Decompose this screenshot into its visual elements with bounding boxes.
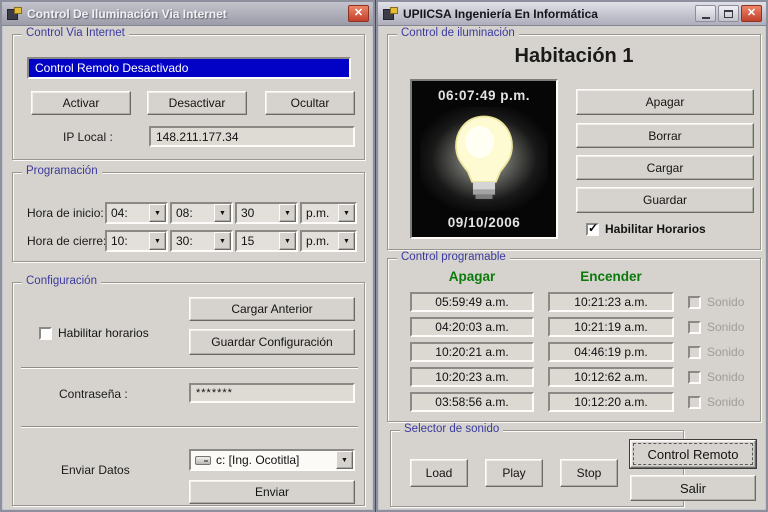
ocultar-button[interactable]: Ocultar — [265, 91, 355, 115]
apagar-time-field[interactable]: 03:58:56 a.m. — [410, 392, 534, 412]
chevron-down-icon[interactable]: ▼ — [338, 232, 355, 250]
room-title: Habitación 1 — [388, 45, 760, 68]
sonido-checkbox: Sonido — [688, 395, 744, 409]
close-icon[interactable]: ✕ — [348, 5, 369, 22]
guardar-configuracion-button[interactable]: Guardar Configuración — [189, 329, 355, 355]
checkbox-box[interactable] — [39, 327, 52, 340]
drive-select[interactable]: c: [Ing. Ocotitla] ▼ — [189, 449, 355, 471]
group-programacion: Programación Hora de inicio: 04: ▼ 08: ▼… — [12, 172, 365, 262]
right-titlebar[interactable]: UPIICSA Ingeniería En Informática ✕ — [378, 2, 766, 26]
chevron-down-icon[interactable]: ▼ — [338, 204, 355, 222]
window-upiicsa: UPIICSA Ingeniería En Informática ✕ Cont… — [376, 0, 768, 512]
apagar-time-field[interactable]: 10:20:21 a.m. — [410, 342, 534, 362]
right-window-title: UPIICSA Ingeniería En Informática — [403, 7, 693, 21]
group-control-iluminacion: Control de iluminación Habitación 1 06:0… — [387, 34, 761, 250]
group-control-via-internet: Control Via Internet Control Remoto Desa… — [12, 34, 365, 160]
control-remoto-button[interactable]: Control Remoto — [630, 440, 756, 468]
divider — [21, 367, 358, 369]
enviar-button[interactable]: Enviar — [189, 480, 355, 504]
ip-label: IP Local : — [63, 130, 113, 144]
group-label: Control programable — [397, 251, 510, 263]
inicio-hour-select[interactable]: 04: ▼ — [105, 202, 168, 224]
column-header-apagar: Apagar — [410, 269, 534, 284]
group-label: Control de iluminación — [397, 27, 519, 39]
load-button[interactable]: Load — [410, 459, 468, 487]
group-label: Control Via Internet — [22, 27, 129, 39]
encender-time-field[interactable]: 10:12:62 a.m. — [548, 367, 674, 387]
apagar-button[interactable]: Apagar — [576, 89, 754, 115]
app-icon — [7, 7, 22, 21]
desactivar-button[interactable]: Desactivar — [147, 91, 247, 115]
play-button[interactable]: Play — [485, 459, 543, 487]
chevron-down-icon[interactable]: ▼ — [149, 204, 166, 222]
group-label: Selector de sonido — [400, 423, 503, 435]
chevron-down-icon[interactable]: ▼ — [214, 204, 231, 222]
cierre-ampm-select[interactable]: p.m. ▼ — [300, 230, 357, 252]
apagar-time-field[interactable]: 10:20:23 a.m. — [410, 367, 534, 387]
column-header-encender: Encender — [548, 269, 674, 284]
checkbox-box[interactable]: ✓ — [586, 223, 599, 236]
salir-button[interactable]: Salir — [630, 475, 756, 501]
apagar-time-field[interactable]: 05:59:49 a.m. — [410, 292, 534, 312]
close-icon[interactable]: ✕ — [741, 5, 762, 22]
left-window-title: Control De Iluminación Via Internet — [27, 7, 346, 21]
sonido-checkbox: Sonido — [688, 370, 744, 384]
window-control-iluminacion: Control De Iluminación Via Internet ✕ Co… — [0, 0, 375, 512]
chevron-down-icon[interactable]: ▼ — [279, 204, 296, 222]
contrasena-label: Contraseña : — [59, 387, 128, 401]
drive-icon — [195, 456, 211, 465]
stop-button[interactable]: Stop — [560, 459, 618, 487]
enviar-datos-label: Enviar Datos — [61, 463, 130, 477]
cierre-hour-select[interactable]: 10: ▼ — [105, 230, 168, 252]
clock-time: 06:07:49 p.m. — [412, 88, 556, 103]
app-icon — [383, 7, 398, 21]
group-label: Programación — [22, 165, 102, 177]
group-configuracion: Configuración Cargar Anterior Habilitar … — [12, 282, 365, 506]
guardar-button[interactable]: Guardar — [576, 187, 754, 213]
status-banner: Control Remoto Desactivado — [27, 57, 351, 79]
cargar-button[interactable]: Cargar — [576, 155, 754, 180]
inicio-ampm-select[interactable]: p.m. ▼ — [300, 202, 357, 224]
group-label: Configuración — [22, 275, 101, 287]
hora-cierre-label: Hora de cierre: — [27, 234, 106, 248]
encender-time-field[interactable]: 10:12:20 a.m. — [548, 392, 674, 412]
password-field[interactable]: ******* — [189, 383, 355, 403]
ip-field[interactable]: 148.211.177.34 — [149, 126, 355, 147]
sonido-checkbox: Sonido — [688, 295, 744, 309]
check-icon: ✓ — [588, 221, 598, 235]
sonido-checkbox: Sonido — [688, 320, 744, 334]
lightbulb-icon — [450, 113, 518, 205]
cierre-minute-select[interactable]: 30: ▼ — [170, 230, 233, 252]
divider — [21, 426, 358, 428]
borrar-button[interactable]: Borrar — [576, 123, 754, 148]
maximize-icon[interactable] — [718, 5, 739, 22]
chevron-down-icon[interactable]: ▼ — [149, 232, 166, 250]
minimize-icon[interactable] — [695, 5, 716, 22]
activar-button[interactable]: Activar — [31, 91, 131, 115]
inicio-minute-select[interactable]: 08: ▼ — [170, 202, 233, 224]
inicio-second-select[interactable]: 30 ▼ — [235, 202, 298, 224]
apagar-time-field[interactable]: 04:20:03 a.m. — [410, 317, 534, 337]
encender-time-field[interactable]: 10:21:19 a.m. — [548, 317, 674, 337]
chevron-down-icon[interactable]: ▼ — [279, 232, 296, 250]
cierre-second-select[interactable]: 15 ▼ — [235, 230, 298, 252]
clock-date: 09/10/2006 — [412, 215, 556, 230]
habilitar-horarios-checkbox-right[interactable]: ✓ Habilitar Horarios — [586, 222, 706, 236]
chevron-down-icon[interactable]: ▼ — [336, 451, 353, 469]
encender-time-field[interactable]: 04:46:19 p.m. — [548, 342, 674, 362]
left-titlebar[interactable]: Control De Iluminación Via Internet ✕ — [2, 2, 373, 26]
cargar-anterior-button[interactable]: Cargar Anterior — [189, 297, 355, 321]
status-text: Control Remoto Desactivado — [35, 61, 188, 75]
sonido-checkbox: Sonido — [688, 345, 744, 359]
chevron-down-icon[interactable]: ▼ — [214, 232, 231, 250]
group-control-programable: Control programable Apagar Encender 05:5… — [387, 258, 761, 422]
lamp-display-panel: 06:07:49 p.m. 09/10/2006 — [410, 79, 558, 239]
hora-inicio-label: Hora de inicio: — [27, 206, 104, 220]
habilitar-horarios-checkbox[interactable]: Habilitar horarios — [39, 326, 149, 340]
encender-time-field[interactable]: 10:21:23 a.m. — [548, 292, 674, 312]
